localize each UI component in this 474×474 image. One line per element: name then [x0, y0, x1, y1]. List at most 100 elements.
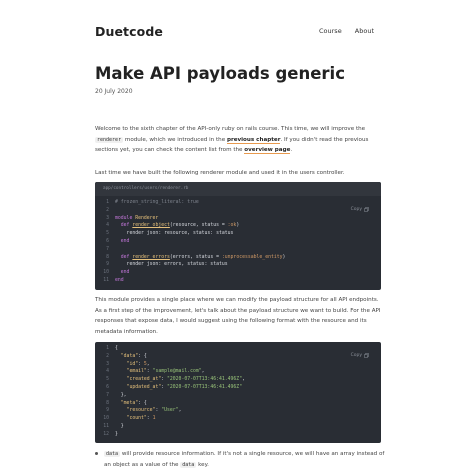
inline-code-renderer: renderer	[95, 136, 124, 143]
code-token: )	[282, 254, 286, 260]
code-token: def	[120, 254, 133, 260]
module-paragraph: This module provides a single place wher…	[95, 297, 381, 335]
code-line: 3 "id": 5,	[95, 361, 381, 369]
bullet-text-part: will provide resource information. If it…	[104, 451, 385, 468]
bullet-text: data will provide resource information. …	[104, 449, 390, 470]
code-token: (resource, status =	[169, 223, 228, 229]
code-line: 1 # frozen_string_literal: true	[95, 199, 381, 207]
nav-item-about[interactable]: About	[355, 27, 374, 35]
intro-text: .	[290, 147, 293, 153]
line-number: 8	[106, 254, 109, 260]
code-token: # frozen_string_literal: true	[115, 200, 199, 205]
code-line: 9 render json: errors, status: status	[95, 261, 381, 269]
line-number: 5	[106, 231, 109, 237]
intro-text: Welcome to the sixth chapter of the API-…	[95, 126, 366, 132]
code-line: 10 end	[95, 269, 381, 277]
code-token: render_errors	[132, 254, 170, 260]
line-number: 2	[106, 207, 109, 213]
code-token: ,	[242, 377, 245, 383]
code-token: render_object	[132, 223, 170, 229]
code-token: }	[115, 423, 124, 429]
code-token: module	[115, 215, 136, 221]
code-token: end	[120, 238, 130, 244]
line-number: 4	[106, 369, 109, 375]
code-filename: app/controllers/users/renderer.rb	[95, 182, 381, 196]
code-block-renderer: app/controllers/users/renderer.rb Copy 1…	[95, 182, 381, 290]
code-token: "updated_at"	[126, 384, 162, 390]
code-token: "email"	[126, 369, 147, 375]
code-token: {	[115, 346, 118, 351]
code-token: Renderer	[135, 215, 159, 221]
code-line: 5 render json: resource, status: status	[95, 230, 381, 238]
code-token: }	[115, 431, 118, 437]
code-line: 1{	[95, 345, 381, 353]
code-token: : {	[138, 400, 147, 406]
intro-paragraph: Welcome to the sixth chapter of the API-…	[95, 124, 385, 156]
line-number: 9	[106, 262, 109, 268]
code-token: ,	[178, 408, 182, 414]
code-token: "count"	[126, 416, 147, 422]
line-number: 3	[106, 361, 109, 367]
bullet-dot	[95, 452, 98, 455]
code-line: 12}	[95, 431, 381, 439]
code-line: 6 "updated_at": "2020-07-07T13:46:41.496…	[95, 384, 381, 392]
code-token: "2020-07-07T13:46:41.496Z"	[167, 384, 243, 390]
code-line: 5 "created_at": "2020-07-07T13:46:41.496…	[95, 376, 381, 384]
code-token: )	[236, 223, 240, 229]
code-token: render json: resource, status: status	[115, 231, 234, 237]
bullet-text-part: key.	[196, 461, 209, 468]
code-token: 1	[152, 416, 156, 422]
code-line: 8 def render_errors(errors, status = :un…	[95, 254, 381, 262]
overview-page-link[interactable]: overview page	[244, 147, 291, 154]
previous-chapter-link[interactable]: previous chapter	[226, 136, 281, 144]
site-logo-link[interactable]: Duetcode	[95, 24, 163, 39]
post-title: Make API payloads generic	[95, 64, 345, 83]
inline-code-data: data	[180, 461, 197, 468]
code-token: "meta"	[120, 400, 139, 406]
line-number: 1	[106, 346, 109, 351]
code-line: 8 "meta": {	[95, 400, 381, 408]
code-token: end	[115, 277, 124, 283]
code-token: ,	[146, 361, 150, 367]
code-token: end	[120, 270, 130, 276]
line-number: 10	[103, 270, 109, 276]
line-number: 10	[103, 416, 109, 422]
line-number: 12	[103, 431, 109, 437]
last-time-paragraph: Last time we have built the following re…	[95, 170, 345, 176]
line-number: 11	[103, 277, 109, 283]
site-header: Duetcode Course About	[0, 0, 474, 60]
code-line: 2	[95, 207, 381, 215]
line-number: 6	[106, 238, 109, 244]
line-number: 8	[106, 400, 109, 406]
code-line: 6 end	[95, 238, 381, 246]
line-number: 9	[106, 408, 109, 414]
page: Duetcode Course About Make API payloads …	[0, 0, 474, 474]
intro-text: module, which we introduced in the	[123, 136, 227, 143]
nav-item-course[interactable]: Course	[319, 27, 342, 35]
code-line: 10 "count": 1	[95, 415, 381, 423]
code-token: },	[115, 392, 127, 398]
line-number: 7	[106, 246, 109, 252]
code-line: 9 "resource": "User",	[95, 407, 381, 415]
code-line: 4 "email": "sample@mail.com",	[95, 368, 381, 376]
code-token: "2020-07-07T13:46:41.496Z"	[167, 377, 243, 383]
code-token: def	[120, 223, 133, 229]
code-block-json: Copy 1{2 "data": {3 "id": 5, 4 "email": "…	[95, 342, 381, 443]
line-number: 4	[106, 223, 109, 229]
line-number: 3	[106, 215, 109, 221]
code-token: "created_at"	[126, 377, 162, 383]
code-line: 11 }	[95, 423, 381, 431]
line-number: 5	[106, 377, 109, 383]
code-token: "User"	[161, 408, 179, 414]
code-lines: 1 # frozen_string_literal: true 2 3 module R…	[95, 196, 381, 285]
line-number: 6	[106, 384, 109, 390]
line-number: 2	[106, 353, 109, 359]
code-token: (errors, status =	[169, 254, 222, 260]
post-date: 20 July 2020	[95, 88, 133, 95]
main-nav: Course About	[308, 27, 374, 35]
